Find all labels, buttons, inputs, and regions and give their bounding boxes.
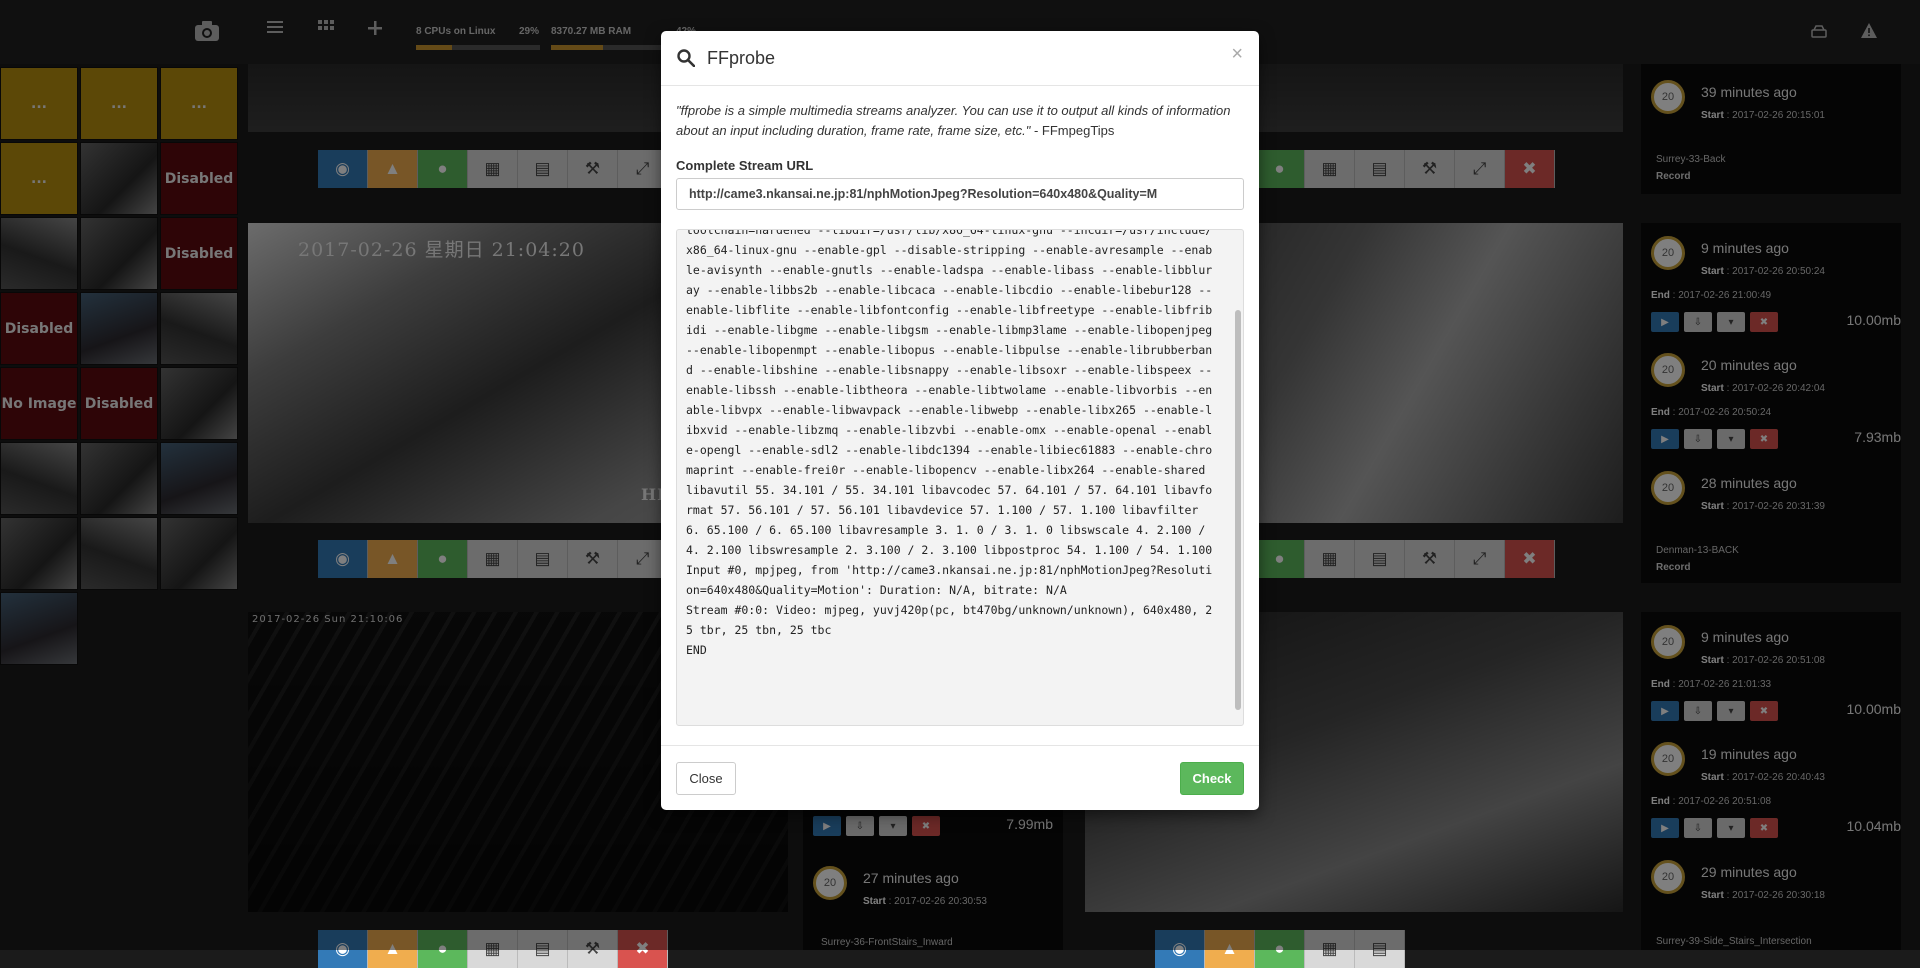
probe-output[interactable]: toolchain=hardened --libdir=/usr/lib/x86… <box>676 229 1244 726</box>
stream-url-input[interactable]: http://came3.nkansai.ne.jp:81/nphMotionJ… <box>676 178 1244 210</box>
probe-output-text: toolchain=hardened --libdir=/usr/lib/x86… <box>686 229 1213 657</box>
description-source: - FFmpegTips <box>1030 123 1115 138</box>
close-button[interactable]: Close <box>676 762 736 795</box>
check-button[interactable]: Check <box>1180 762 1244 795</box>
modal-title: FFprobe <box>707 48 776 68</box>
search-icon <box>677 49 696 72</box>
modal-header: FFprobe × <box>661 31 1259 86</box>
output-scrollbar[interactable] <box>1235 310 1241 710</box>
description-quote: "ffprobe is a simple multimedia streams … <box>676 103 1231 138</box>
stream-url-label: Complete Stream URL <box>676 158 814 173</box>
ffprobe-modal: FFprobe × "ffprobe is a simple multimedi… <box>661 31 1259 810</box>
close-icon[interactable]: × <box>1231 43 1243 66</box>
modal-footer: Close Check <box>661 745 1259 811</box>
modal-description: "ffprobe is a simple multimedia streams … <box>676 101 1246 141</box>
